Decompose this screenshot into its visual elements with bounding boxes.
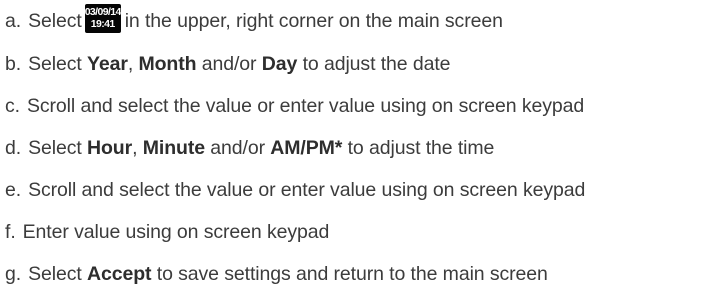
step-marker: d. [5, 137, 22, 159]
keyword-minute: Minute [142, 137, 205, 159]
step-text: Select [28, 263, 87, 285]
step-text: , [132, 137, 143, 159]
step-marker: f. [5, 221, 16, 243]
step-g: g. Select Accept to save settings and ret… [5, 259, 548, 289]
keyword-year: Year [87, 53, 128, 75]
keyword-accept: Accept [87, 263, 152, 285]
step-text: Select [28, 10, 82, 32]
badge-date: 03/09/14 [84, 6, 122, 19]
step-text: in the upper, right corner on the main s… [124, 10, 503, 32]
step-e: e. Scroll and select the value or enter v… [5, 175, 585, 205]
step-text: Select [28, 137, 87, 159]
step-marker: b. [5, 53, 22, 75]
step-text: Enter value using on screen keypad [22, 221, 330, 243]
step-text: to adjust the time [342, 137, 495, 159]
step-f: f. Enter value using on screen keypad [5, 217, 329, 247]
step-text: , [127, 53, 139, 75]
keyword-day: Day [261, 53, 298, 75]
step-text: to adjust the date [297, 53, 451, 75]
keyword-ampm: AM/PM* [270, 137, 343, 159]
step-marker: g. [5, 263, 22, 285]
step-marker: e. [5, 179, 22, 201]
step-c: c. Scroll and select the value or enter v… [5, 91, 584, 121]
datetime-badge-icon: 03/09/14 19:41 [84, 4, 122, 34]
step-text: and/or [196, 53, 262, 75]
step-text: Scroll and select the value or enter val… [28, 179, 586, 201]
step-marker: c. [5, 95, 20, 117]
step-d: d. Select Hour, Minute and/or AM/PM* to a… [5, 133, 494, 163]
step-text: Select [28, 53, 87, 75]
step-text: Scroll and select the value or enter val… [26, 95, 585, 117]
keyword-hour: Hour [87, 137, 133, 159]
step-marker: a. [5, 10, 22, 32]
keyword-month: Month [138, 53, 197, 75]
step-text: and/or [204, 137, 271, 159]
badge-time: 19:41 [90, 18, 115, 31]
step-text: to save settings and return to the main … [151, 263, 548, 285]
step-b: b. Select Year, Month and/or Day to adjus… [5, 49, 450, 79]
step-a: a. Select 03/09/14 19:41 in the upper, right… [5, 4, 503, 36]
